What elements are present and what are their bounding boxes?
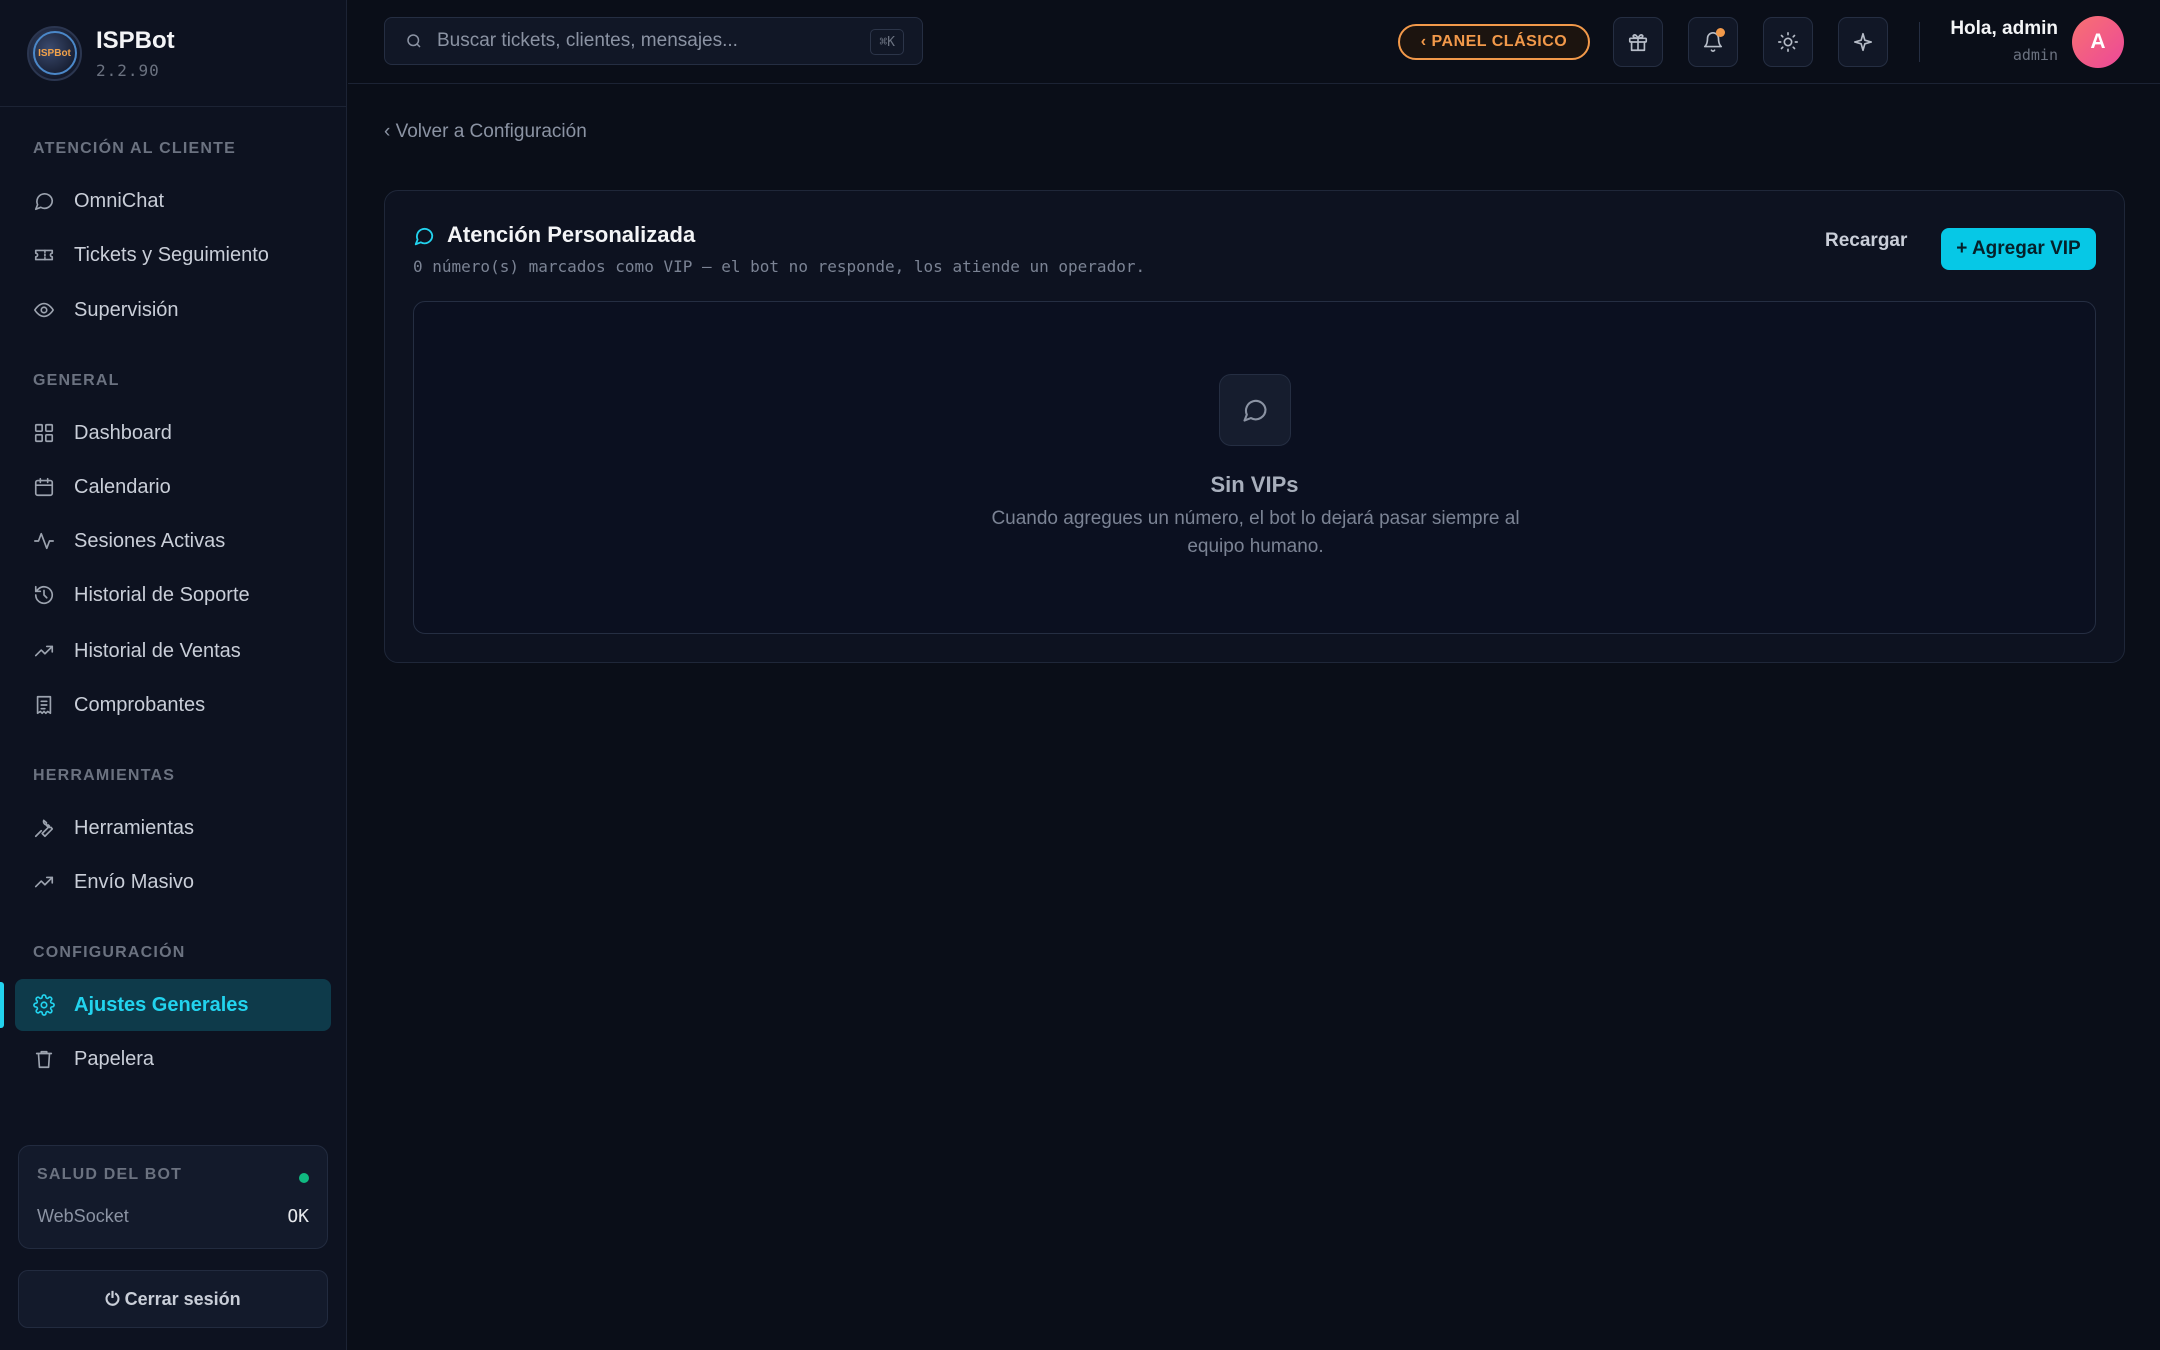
empty-state: Sin VIPs Cuando agregues un número, el b… (413, 301, 2096, 634)
sidebar-item-herramientas[interactable]: Herramientas (15, 802, 331, 854)
brand[interactable]: ISPBot ISPBot 2.2.90 (0, 0, 346, 107)
notifications-button[interactable] (1688, 17, 1738, 67)
search-bar[interactable]: ⌘K (384, 17, 923, 65)
add-vip-button[interactable]: + Agregar VIP (1941, 228, 2096, 270)
chat-bubble-icon (414, 227, 434, 246)
sidebar-item-sesiones[interactable]: Sesiones Activas (15, 515, 331, 567)
sidebar-item-comprobantes[interactable]: Comprobantes (15, 679, 331, 731)
trending-up-icon (34, 876, 54, 888)
sidebar-item-label: Calendario (74, 475, 171, 498)
logo-mark: ISPBot (32, 31, 77, 75)
sidebar-item-label: Tickets y Seguimiento (74, 243, 269, 266)
eye-icon (34, 302, 54, 318)
websocket-label: WebSocket (37, 1206, 129, 1226)
sidebar: ISPBot ISPBot 2.2.90 ATENCIÓN AL CLIENTE… (0, 0, 347, 1350)
section-title-configuracion: CONFIGURACIÓN (33, 944, 186, 961)
back-to-settings-link[interactable]: ‹ Volver a Configuración (384, 121, 587, 143)
sidebar-item-omnichat[interactable]: OmniChat (15, 175, 331, 227)
chat-bubble-icon (34, 193, 54, 211)
gift-icon (1628, 34, 1648, 52)
sidebar-item-label: OmniChat (74, 189, 165, 212)
activity-icon (34, 532, 54, 550)
calendar-icon (34, 477, 54, 497)
sidebar-item-envio-masivo[interactable]: Envío Masivo (15, 856, 331, 908)
chat-bubble-icon (1243, 399, 1267, 422)
logout-button[interactable]: ⏻ Cerrar sesión (18, 1270, 328, 1328)
section-title-atencion: ATENCIÓN AL CLIENTE (33, 140, 236, 157)
ai-assistant-button[interactable] (1838, 17, 1888, 67)
page-title: Atención Personalizada (447, 222, 696, 247)
sidebar-item-label: Sesiones Activas (74, 529, 226, 552)
user-role: admin (2012, 46, 2058, 64)
section-title-herramientas: HERRAMIENTAS (33, 767, 176, 784)
user-greeting: Hola, admin (1950, 18, 2058, 39)
status-dot-icon (299, 1173, 309, 1183)
divider (1919, 22, 1920, 62)
wrench-icon (34, 819, 54, 838)
sidebar-item-label: Papelera (74, 1047, 155, 1070)
gear-icon (33, 994, 55, 1016)
history-icon (34, 585, 54, 605)
user-info[interactable]: Hola, admin admin (1950, 18, 2058, 64)
sun-icon (1778, 32, 1798, 52)
notification-badge (1716, 28, 1725, 37)
ticket-icon (34, 249, 54, 261)
trash-icon (35, 1050, 53, 1069)
active-indicator (0, 982, 4, 1028)
search-shortcut: ⌘K (870, 29, 904, 55)
classic-panel-button[interactable]: ‹ PANEL CLÁSICO (1398, 24, 1590, 60)
theme-toggle-button[interactable] (1763, 17, 1813, 67)
sidebar-item-historial-soporte[interactable]: Historial de Soporte (15, 569, 331, 621)
search-icon (407, 34, 421, 48)
empty-state-icon-box (1219, 374, 1291, 446)
bot-health-panel: SALUD DEL BOT WebSocket OK (18, 1145, 328, 1249)
sidebar-item-ajustes-generales[interactable]: Ajustes Generales (15, 979, 331, 1031)
app-version: 2.2.90 (96, 60, 160, 80)
page-subtitle: 0 número(s) marcados como VIP — el bot n… (413, 257, 1146, 276)
sidebar-item-label: Historial de Soporte (74, 583, 250, 606)
grid-icon (34, 423, 54, 443)
sidebar-item-label: Ajustes Generales (74, 993, 249, 1016)
topbar: ⌘K ‹ PANEL CLÁSICO Hola, admin admin A (348, 0, 2160, 84)
reload-button[interactable]: Recargar (1825, 230, 1907, 252)
sidebar-item-label: Comprobantes (74, 693, 206, 716)
logo: ISPBot (27, 25, 82, 81)
sidebar-item-papelera[interactable]: Papelera (15, 1033, 331, 1085)
sidebar-item-tickets[interactable]: Tickets y Seguimiento (15, 229, 331, 281)
sidebar-item-label: Historial de Ventas (74, 639, 241, 662)
sidebar-item-label: Envío Masivo (74, 870, 195, 893)
empty-state-description: Cuando agregues un número, el bot lo dej… (991, 508, 1520, 557)
sidebar-item-label: Supervisión (74, 298, 179, 321)
avatar[interactable]: A (2072, 16, 2124, 68)
vip-card: Atención Personalizada 0 número(s) marca… (384, 190, 2125, 663)
websocket-status: OK (287, 1206, 309, 1227)
sidebar-item-dashboard[interactable]: Dashboard (15, 407, 331, 459)
sidebar-item-label: Herramientas (74, 816, 195, 839)
sidebar-item-calendario[interactable]: Calendario (15, 461, 331, 513)
app-name: ISPBot (96, 26, 175, 54)
section-title-general: GENERAL (33, 372, 120, 389)
empty-state-title: Sin VIPs (1210, 472, 1299, 497)
trending-up-icon (34, 645, 54, 657)
sidebar-item-supervision[interactable]: Supervisión (15, 284, 331, 336)
gift-button[interactable] (1613, 17, 1663, 67)
sidebar-item-historial-ventas[interactable]: Historial de Ventas (15, 625, 331, 677)
sparkle-icon (1853, 32, 1873, 52)
search-input[interactable] (437, 30, 857, 52)
receipt-icon (36, 695, 52, 715)
bot-health-title: SALUD DEL BOT (37, 1166, 183, 1183)
sidebar-item-label: Dashboard (74, 421, 172, 444)
